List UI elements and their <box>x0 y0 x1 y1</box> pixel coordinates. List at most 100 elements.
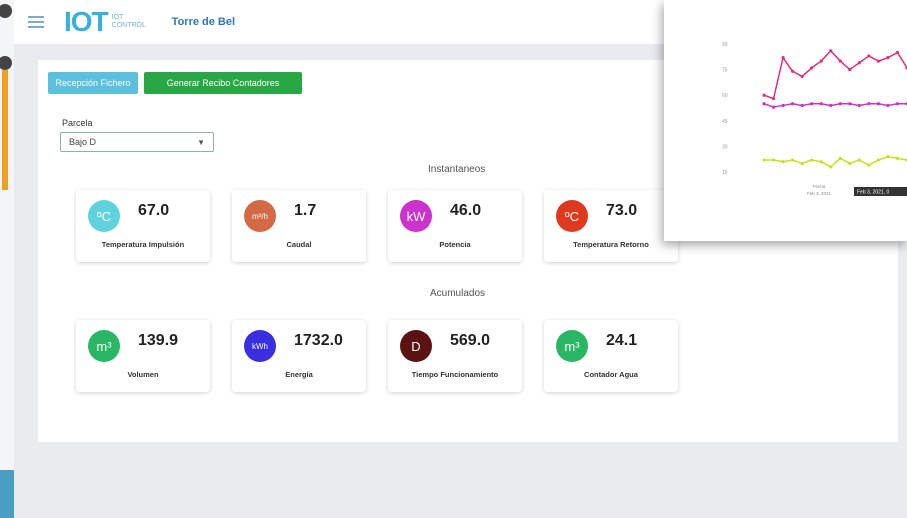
data-point[interactable] <box>857 61 861 65</box>
y-tick-label: 75 <box>722 68 728 74</box>
data-point[interactable] <box>762 93 766 97</box>
data-point[interactable] <box>762 102 766 106</box>
data-point[interactable] <box>886 155 890 159</box>
data-point[interactable] <box>829 49 833 53</box>
metric-card-temperatura-retorno: ºC 73.0 Temperatura Retorno <box>544 190 678 262</box>
data-point[interactable] <box>791 158 795 162</box>
metric-card-potencia: kW 46.0 Potencia <box>388 190 522 262</box>
x-axis-label: Fecha <box>813 184 826 189</box>
data-point[interactable] <box>876 102 880 106</box>
flow-icon: m³/h <box>244 200 276 232</box>
x-axis-label: Feb 3, 2021 <box>807 191 832 196</box>
y-tick-label: 60 <box>722 93 728 99</box>
logo: IOT IOT CONTROL <box>64 6 146 38</box>
data-point[interactable] <box>819 102 823 106</box>
metric-card-temperatura-impulsion: ºC 67.0 Temperatura Impulsión <box>76 190 210 262</box>
data-point[interactable] <box>895 50 900 55</box>
data-point[interactable] <box>867 54 871 58</box>
data-point[interactable] <box>771 158 776 162</box>
metric-label: Potencia <box>439 240 471 249</box>
metric-value: 24.1 <box>606 332 638 349</box>
data-point[interactable] <box>791 102 795 106</box>
metric-card-tiempo-funcionamiento: D 569.0 Tiempo Funcionamiento <box>388 320 522 392</box>
energy-icon: kWh <box>244 330 276 362</box>
parcela-label: Parcela <box>62 118 93 128</box>
metric-label: Energía <box>285 370 313 379</box>
chart-window: 90 75 60 45 30 15 Fecha Feb 3, 2021 Feb 3, 2021,… <box>664 0 907 241</box>
data-point[interactable] <box>800 74 804 79</box>
data-point[interactable] <box>771 105 776 109</box>
data-point[interactable] <box>819 59 823 63</box>
y-tick-label: 15 <box>722 170 728 176</box>
volume-icon: m³ <box>88 330 120 362</box>
generate-receipt-button[interactable]: Generar Recibo Contadores <box>144 72 302 94</box>
y-tick-label: 30 <box>722 144 728 150</box>
data-point[interactable] <box>800 161 804 166</box>
metric-label: Tiempo Funcionamiento <box>411 370 499 379</box>
tooltip-text: Feb 3, 2021, 0 <box>857 190 889 196</box>
metric-card-caudal: m³/h 1.7 Caudal <box>232 190 366 262</box>
data-point[interactable] <box>819 160 823 164</box>
series-line <box>763 49 907 100</box>
data-point[interactable] <box>848 68 852 72</box>
metric-card-volumen: m³ 139.9 Volumen <box>76 320 210 392</box>
data-point[interactable] <box>848 161 852 166</box>
parcela-select[interactable]: Bajo D ▼ <box>60 132 214 152</box>
parcela-value: Bajo D <box>69 137 97 147</box>
data-point[interactable] <box>886 56 890 60</box>
data-point[interactable] <box>771 97 776 101</box>
data-point[interactable] <box>810 102 814 106</box>
metric-value: 1.7 <box>294 202 317 219</box>
metric-label: Temperatura Impulsión <box>101 240 185 249</box>
metric-label: Caudal <box>286 240 312 249</box>
water-meter-icon: m³ <box>556 330 588 362</box>
data-point[interactable] <box>781 56 785 60</box>
data-point[interactable] <box>867 102 871 106</box>
logo-text: IOT <box>64 6 109 37</box>
metric-value: 569.0 <box>450 332 491 349</box>
data-point[interactable] <box>857 158 861 162</box>
data-point[interactable] <box>886 103 890 108</box>
data-point[interactable] <box>810 158 814 162</box>
line-chart: 90 75 60 45 30 15 Fecha Feb 3, 2021 Feb 3, 2021,… <box>722 42 907 196</box>
data-point[interactable] <box>838 59 842 63</box>
data-point[interactable] <box>838 102 842 106</box>
data-point[interactable] <box>848 102 852 106</box>
metric-value: 67.0 <box>138 202 170 219</box>
metric-card-contador-agua: m³ 24.1 Contador Agua <box>544 320 678 392</box>
window-control-icon[interactable] <box>0 4 12 18</box>
duration-icon: D <box>400 330 432 362</box>
data-point[interactable] <box>781 160 785 164</box>
metric-label: Temperatura Retorno <box>573 240 649 249</box>
data-point[interactable] <box>781 103 785 108</box>
logo-subtitle: IOT CONTROL <box>111 14 146 29</box>
section-title-acumulados: Acumulados <box>430 288 486 299</box>
series-line <box>763 102 907 108</box>
data-point[interactable] <box>857 103 861 108</box>
data-point[interactable] <box>876 59 880 63</box>
metric-value: 46.0 <box>450 202 482 219</box>
data-point[interactable] <box>895 156 900 160</box>
section-title-instantaneos: Instantaneos <box>428 164 486 175</box>
data-point[interactable] <box>876 158 880 162</box>
power-icon: kW <box>400 200 432 232</box>
chevron-down-icon: ▼ <box>197 137 205 147</box>
data-point[interactable] <box>829 165 833 169</box>
metric-label: Contador Agua <box>584 370 638 379</box>
data-point[interactable] <box>810 66 814 70</box>
menu-icon[interactable] <box>28 16 44 28</box>
data-point[interactable] <box>838 156 842 160</box>
data-point[interactable] <box>829 103 833 108</box>
temperature-icon: ºC <box>88 200 120 232</box>
series-line <box>764 155 907 168</box>
data-point[interactable] <box>867 163 871 167</box>
metric-value: 139.9 <box>138 332 179 349</box>
page-title: Torre de Bel <box>171 16 236 28</box>
receive-file-button[interactable]: Recepción Fichero <box>48 72 138 94</box>
data-point[interactable] <box>762 158 766 162</box>
data-point[interactable] <box>791 69 795 73</box>
data-point[interactable] <box>895 102 900 106</box>
data-point[interactable] <box>800 103 804 108</box>
metric-card-energia: kWh 1732.0 Energía <box>232 320 366 392</box>
window-control-icon[interactable] <box>0 56 12 70</box>
